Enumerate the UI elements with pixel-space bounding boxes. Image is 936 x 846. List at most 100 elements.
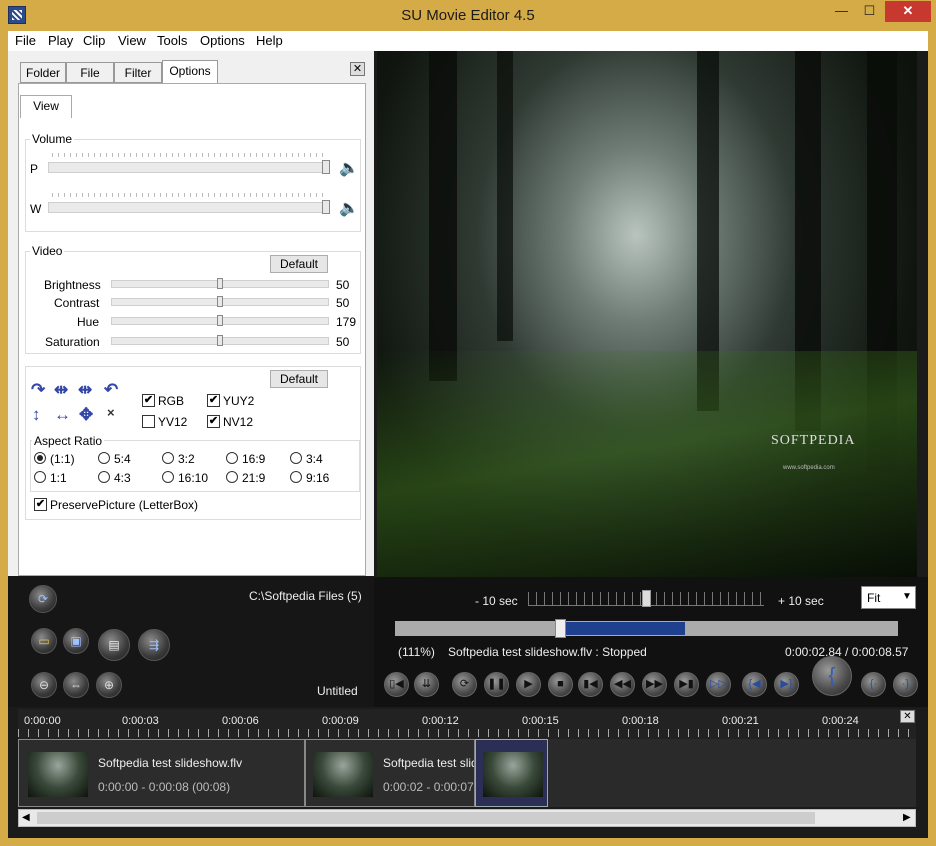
maximize-button[interactable]: ☐ — [856, 1, 883, 22]
volume-p-thumb[interactable] — [322, 160, 330, 174]
timeline-ruler[interactable]: 0:00:00 0:00:03 0:00:06 0:00:09 0:00:12 … — [18, 709, 916, 739]
aspect-radio-1-1-paren[interactable] — [34, 452, 46, 464]
tab-filter[interactable]: Filter — [114, 62, 162, 83]
position-thumb[interactable] — [555, 619, 566, 638]
aspect-radio-3-4[interactable] — [290, 452, 302, 464]
jog-slider[interactable] — [528, 590, 764, 607]
menu-clip[interactable]: Clip — [83, 33, 105, 48]
contrast-slider[interactable] — [111, 296, 329, 307]
fast-forward-icon[interactable]: ▶▶ — [642, 672, 667, 697]
panel-close-icon[interactable]: ✕ — [350, 62, 365, 76]
aspect-radio-16-9[interactable] — [226, 452, 238, 464]
move-icon[interactable]: ✥ — [79, 405, 93, 425]
timeline-close-icon[interactable]: ✕ — [900, 710, 915, 723]
yuy2-checkbox[interactable]: ✔ — [207, 394, 220, 407]
subtab-view[interactable]: View — [20, 95, 72, 118]
menu-view[interactable]: View — [118, 33, 146, 48]
pause-icon[interactable]: ❚❚ — [484, 672, 509, 697]
prev-mark-icon[interactable]: {· — [861, 672, 886, 697]
scroll-left-icon[interactable]: ◀ — [22, 812, 30, 823]
saturation-thumb[interactable] — [217, 335, 223, 346]
rotate-right-icon[interactable]: ↷ — [31, 380, 45, 400]
aspect-radio-5-4[interactable] — [98, 452, 110, 464]
yv12-checkbox[interactable] — [142, 415, 155, 428]
hue-slider[interactable] — [111, 315, 329, 326]
speaker-icon[interactable]: 🔈 — [339, 198, 359, 218]
timeline-scrollbar[interactable]: ◀ ▶ — [18, 809, 916, 827]
mark-out-icon[interactable]: ▶} — [774, 672, 799, 697]
clip-item[interactable]: Softpedia test slideshow.flv 0:00:02 - 0… — [305, 739, 475, 807]
next-mark-icon[interactable]: ·} — [893, 672, 918, 697]
volume-w-thumb[interactable] — [322, 200, 330, 214]
aspect-radio-4-3[interactable] — [98, 471, 110, 483]
preserve-picture-checkbox[interactable]: ✔ — [34, 498, 47, 511]
stop-icon[interactable]: ■ — [548, 672, 573, 697]
export-icon[interactable]: ⇶ — [138, 629, 170, 661]
scrollbar-thumb[interactable] — [37, 812, 815, 824]
aspect-radio-16-10[interactable] — [162, 471, 174, 483]
timeline-tick: 0:00:09 — [322, 715, 359, 727]
video-default-button[interactable]: Default — [270, 255, 328, 273]
close-button[interactable]: ✕ — [885, 1, 931, 22]
menu-help[interactable]: Help — [256, 33, 283, 48]
tab-options[interactable]: Options — [162, 60, 218, 83]
aspect-radio-1-1[interactable] — [34, 471, 46, 483]
save-icon[interactable]: ▣ — [63, 628, 89, 654]
volume-w-slider[interactable] — [48, 200, 330, 214]
mark-in-icon[interactable]: {◀ — [742, 672, 767, 697]
brightness-thumb[interactable] — [217, 278, 223, 289]
scroll-right-icon[interactable]: ▶ — [903, 812, 911, 823]
menu-file[interactable]: File — [15, 33, 36, 48]
rewind-icon[interactable]: ◀◀ — [610, 672, 635, 697]
volume-p-slider[interactable] — [48, 160, 330, 174]
flip-horizontal-icon[interactable]: ⇹ — [54, 380, 68, 400]
hue-thumb[interactable] — [217, 315, 223, 326]
rgb-checkbox[interactable]: ✔ — [142, 394, 155, 407]
zoom-out-icon[interactable]: ⊖ — [31, 672, 57, 698]
new-document-icon[interactable]: ▤ — [98, 629, 130, 661]
menu-play[interactable]: Play — [48, 33, 73, 48]
aspect-radio-21-9[interactable] — [226, 471, 238, 483]
contrast-thumb[interactable] — [217, 296, 223, 307]
minimize-button[interactable]: — — [828, 1, 855, 22]
insert-icon[interactable]: ▯◀ — [384, 672, 409, 697]
zoom-in-icon[interactable]: ⊕ — [96, 672, 122, 698]
flip-vertical-icon[interactable]: ⇹ — [78, 380, 92, 400]
timeline-tick: 0:00:21 — [722, 715, 759, 727]
zoom-select[interactable]: Fit ▼ — [861, 586, 916, 609]
reset-icon[interactable]: × — [107, 405, 115, 420]
aspect-radio-9-16[interactable] — [290, 471, 302, 483]
loop-icon[interactable]: ⟳ — [452, 672, 477, 697]
position-bar[interactable] — [395, 619, 898, 638]
brightness-slider[interactable] — [111, 278, 329, 289]
tab-folder[interactable]: Folder — [20, 62, 66, 83]
stretch-vertical-icon[interactable]: ↕ — [32, 405, 41, 425]
tab-file[interactable]: File — [66, 62, 114, 83]
stretch-horizontal-icon[interactable]: ↔ — [54, 405, 71, 425]
refresh-icon[interactable]: ⟳ — [29, 585, 57, 613]
next-frame-icon[interactable]: ▷▷ — [706, 672, 731, 697]
jog-thumb[interactable] — [642, 590, 651, 607]
chevron-down-icon[interactable]: ▼ — [902, 591, 912, 602]
menu-options[interactable]: Options — [200, 33, 245, 48]
zoom-select-value: Fit — [867, 591, 881, 605]
video-preview[interactable]: SOFTPEDIA www.softpedia.com — [377, 51, 917, 577]
menu-tools[interactable]: Tools — [157, 33, 187, 48]
set-mark-icon[interactable]: { — [812, 656, 852, 696]
go-start-icon[interactable]: ▮◀ — [578, 672, 603, 697]
fit-icon[interactable]: ⇔ — [63, 672, 89, 698]
open-folder-icon[interactable]: ▭ — [31, 628, 57, 654]
play-icon[interactable]: ▶ — [516, 672, 541, 697]
speaker-icon[interactable]: 🔈 — [339, 158, 359, 178]
frame-right — [928, 31, 936, 846]
clip-item-selected[interactable] — [475, 739, 548, 807]
rotate-left-icon[interactable]: ↶ — [104, 380, 118, 400]
clip-thumbnail — [313, 752, 373, 797]
go-end-icon[interactable]: ▶▮ — [674, 672, 699, 697]
split-icon[interactable]: ⇊ — [414, 672, 439, 697]
aspect-radio-3-2[interactable] — [162, 452, 174, 464]
clip-item[interactable]: Softpedia test slideshow.flv 0:00:00 - 0… — [18, 739, 305, 807]
nv12-checkbox[interactable]: ✔ — [207, 415, 220, 428]
format-default-button[interactable]: Default — [270, 370, 328, 388]
saturation-slider[interactable] — [111, 335, 329, 346]
